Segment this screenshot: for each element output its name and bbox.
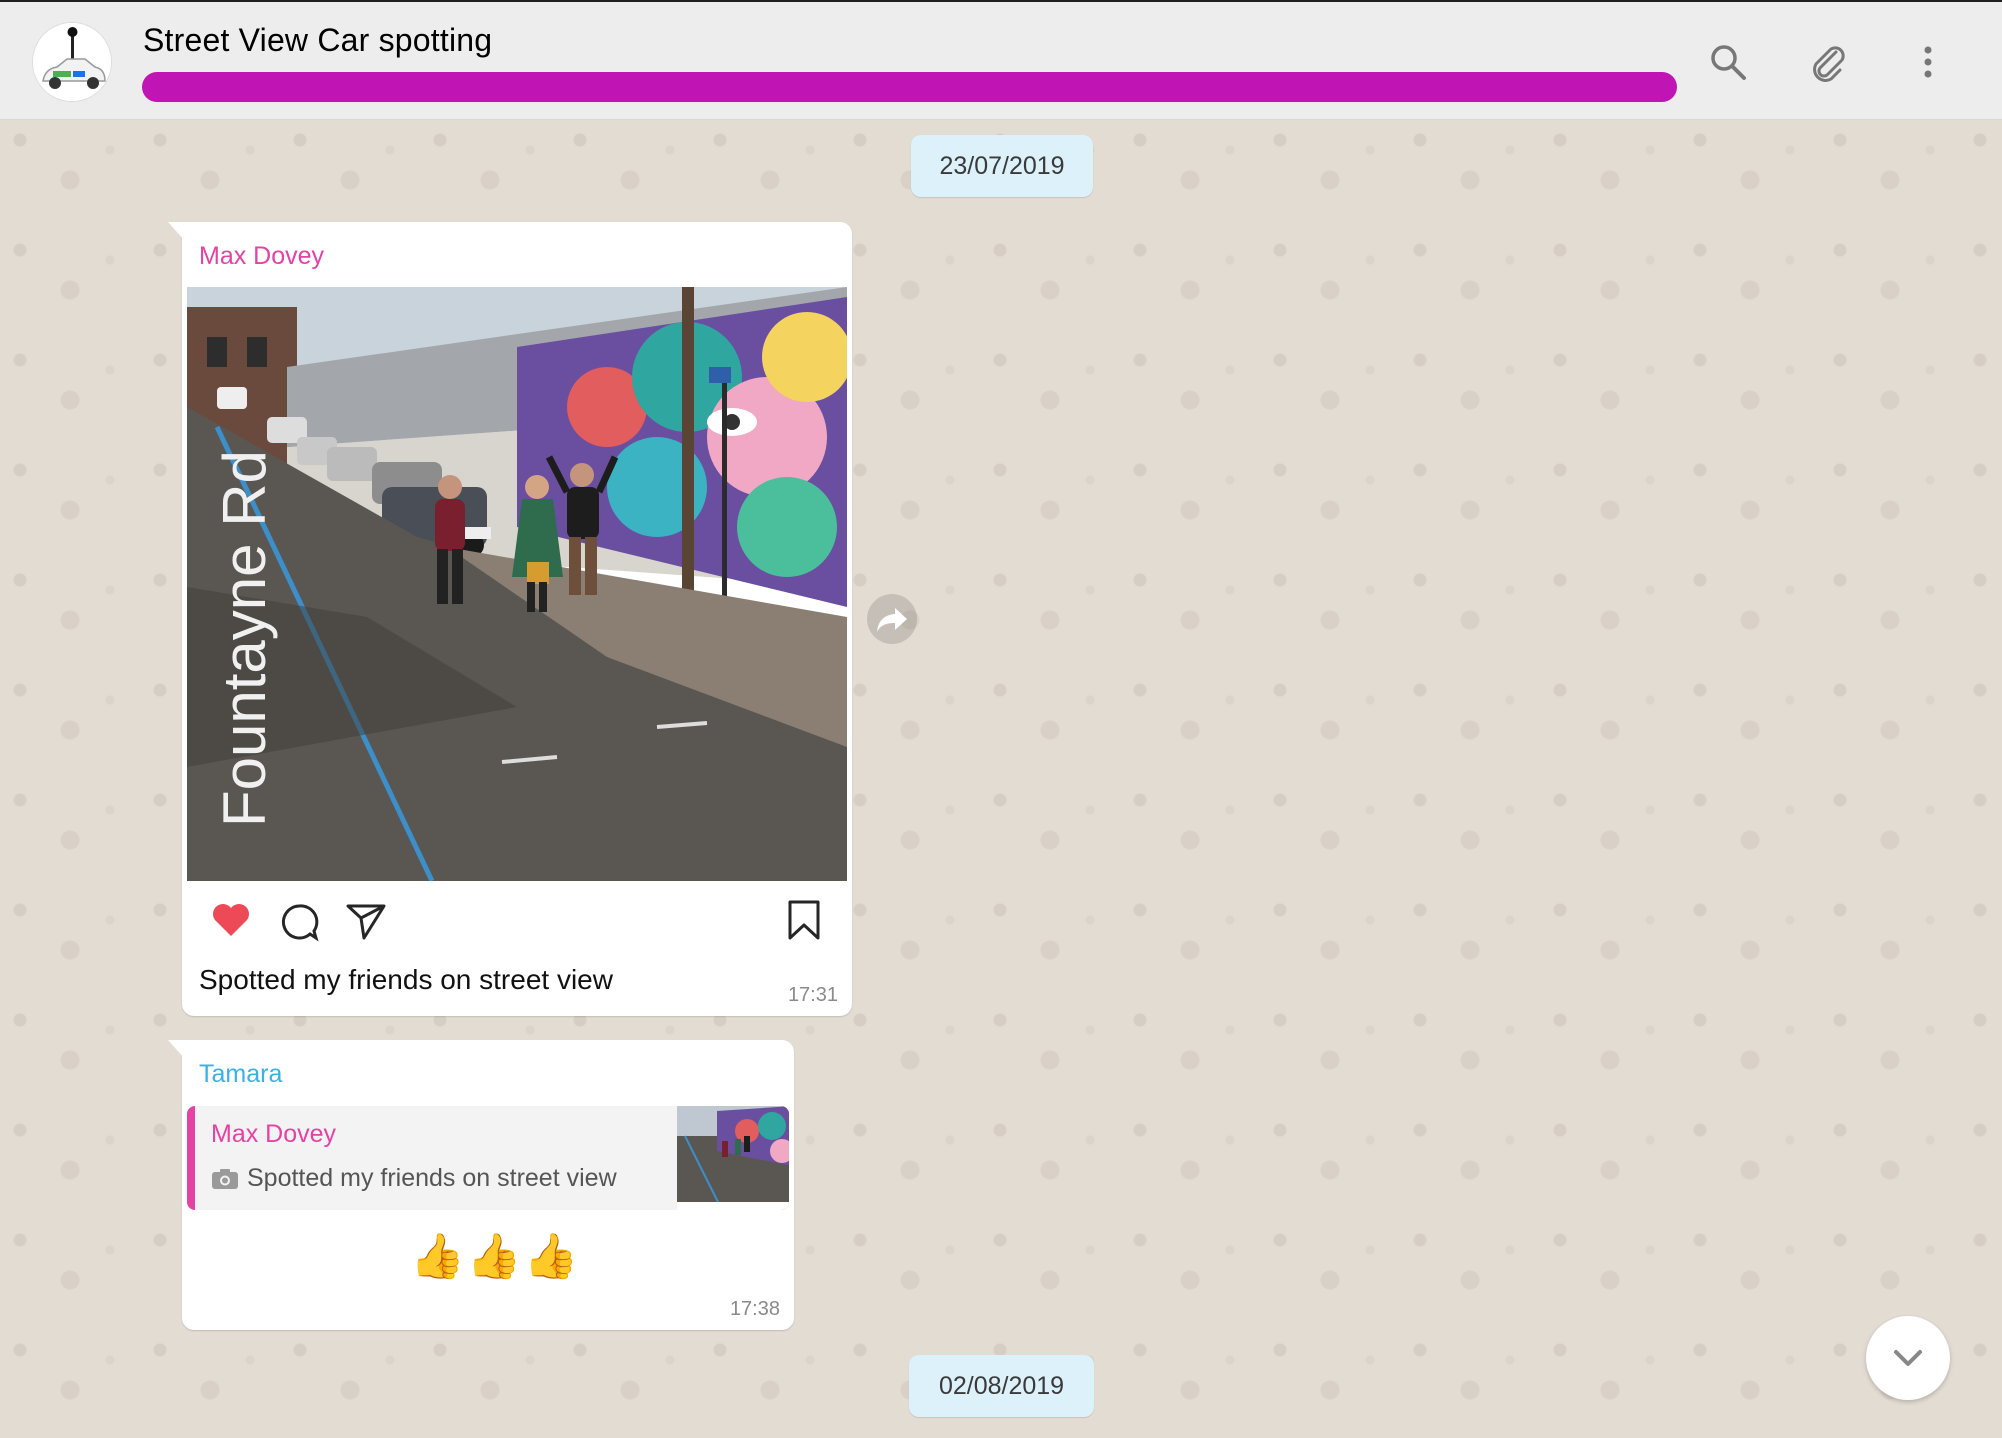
quote-author: Max Dovey <box>211 1120 337 1148</box>
message-bubble-tamara[interactable]: Tamara Max Dovey Spotted my friends on s… <box>168 1040 794 1330</box>
send-icon[interactable] <box>344 898 388 942</box>
bookmark-icon[interactable] <box>782 898 826 942</box>
street-name-label: Fountayne Rd <box>211 450 278 827</box>
camera-icon <box>211 1168 239 1190</box>
thumbs-up-emojis: 👍👍👍 <box>410 1232 581 1281</box>
heart-icon[interactable] <box>209 898 253 942</box>
date-separator: 02/08/2019 <box>909 1355 1094 1417</box>
message-bubble-max[interactable]: Max Dovey Fountayne Rd Spotted my friend… <box>168 222 852 1016</box>
redacted-participants <box>142 72 1677 102</box>
chevron-down-icon <box>1894 1350 1922 1366</box>
search-icon[interactable] <box>1706 40 1750 84</box>
message-time: 17:38 <box>729 1298 780 1320</box>
chat-header: Street View Car spotting <box>0 0 2002 120</box>
quote-accent-bar <box>187 1106 195 1210</box>
quote-thumbnail <box>677 1106 789 1210</box>
scroll-to-bottom-button[interactable] <box>1866 1316 1950 1400</box>
forward-button[interactable] <box>867 594 917 644</box>
quoted-message[interactable]: Max Dovey Spotted my friends on street v… <box>187 1106 789 1210</box>
quote-text: Spotted my friends on street view <box>247 1164 617 1192</box>
message-sender[interactable]: Max Dovey <box>199 242 324 271</box>
comment-icon[interactable] <box>277 900 321 944</box>
message-sender[interactable]: Tamara <box>199 1060 282 1089</box>
message-time: 17:31 <box>787 984 838 1006</box>
more-vertical-icon[interactable] <box>1906 40 1950 84</box>
street-view-photo[interactable]: Fountayne Rd <box>187 287 847 881</box>
paperclip-icon[interactable] <box>1806 40 1850 84</box>
group-avatar[interactable] <box>32 22 112 102</box>
chat-title[interactable]: Street View Car spotting <box>143 22 492 59</box>
message-caption: Spotted my friends on street view <box>199 964 613 995</box>
date-separator: 23/07/2019 <box>911 135 1093 197</box>
